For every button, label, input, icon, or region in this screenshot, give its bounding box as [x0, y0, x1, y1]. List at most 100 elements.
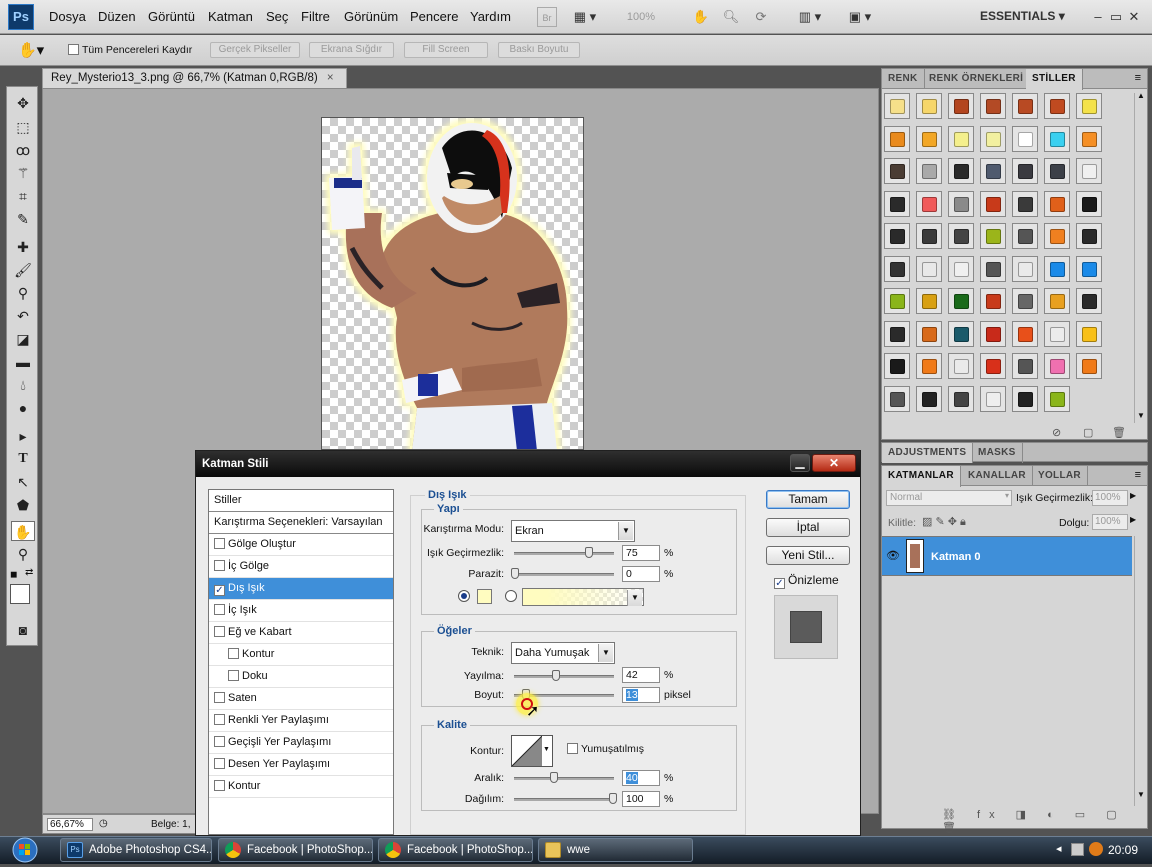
- style-preset-swatch[interactable]: [1044, 93, 1070, 119]
- style-list-checkbox[interactable]: [214, 780, 225, 791]
- noise-field[interactable]: 0: [622, 566, 660, 582]
- style-preset-swatch[interactable]: [1012, 353, 1038, 379]
- marquee-icon[interactable]: ⬚: [11, 117, 35, 137]
- menu-view[interactable]: Görünüm: [344, 9, 398, 24]
- style-preset-swatch[interactable]: [948, 125, 974, 152]
- style-list-checkbox[interactable]: [214, 560, 225, 571]
- rotate-view-icon[interactable]: ⟳: [750, 7, 772, 27]
- jitter-slider-thumb[interactable]: [609, 793, 617, 804]
- style-preset-swatch[interactable]: [884, 255, 910, 282]
- ok-button[interactable]: Tamam: [766, 490, 850, 509]
- style-preset-swatch[interactable]: [1012, 223, 1038, 249]
- style-preset-swatch[interactable]: [980, 125, 1006, 152]
- style-preset-swatch[interactable]: [948, 223, 974, 249]
- style-preset-swatch[interactable]: [980, 158, 1006, 184]
- taskbar-folder[interactable]: wwe: [538, 838, 693, 862]
- style-preset-swatch[interactable]: [884, 125, 910, 152]
- jitter-field[interactable]: 100: [622, 791, 660, 807]
- hand-icon[interactable]: ✋: [11, 521, 35, 541]
- start-button[interactable]: [2, 836, 52, 864]
- style-preset-swatch[interactable]: [1012, 190, 1038, 217]
- style-list-item[interactable]: İç Işık: [209, 600, 393, 622]
- style-list-item[interactable]: Dış Işık: [209, 578, 393, 600]
- shape-icon[interactable]: ⬟: [11, 495, 35, 515]
- noise-slider[interactable]: [514, 573, 614, 576]
- brush-icon[interactable]: 🖌︎: [11, 260, 35, 280]
- default-colors-icon[interactable]: ◼: [10, 569, 24, 579]
- layer-row[interactable]: 👁︎ Katman 0: [882, 536, 1132, 576]
- history-brush-icon[interactable]: ↶: [11, 306, 35, 326]
- tab-color[interactable]: RENK: [882, 69, 925, 89]
- contour-picker[interactable]: ▼: [511, 735, 553, 767]
- tab-styles[interactable]: STİLLER: [1026, 69, 1083, 90]
- dialog-close-button[interactable]: ✕: [812, 454, 856, 472]
- direct-select-icon[interactable]: ↖: [11, 472, 35, 492]
- quick-mask-icon[interactable]: ◙: [11, 620, 35, 640]
- tab-masks[interactable]: MASKS: [972, 443, 1023, 463]
- style-preset-swatch[interactable]: [948, 255, 974, 282]
- style-preset-swatch[interactable]: [916, 93, 942, 119]
- zoom-icon[interactable]: ⚲: [11, 544, 35, 564]
- style-preset-swatch[interactable]: [884, 223, 910, 249]
- style-list-checkbox[interactable]: [228, 670, 239, 681]
- style-preset-swatch[interactable]: [1076, 158, 1102, 184]
- restore-button[interactable]: ▭: [1108, 7, 1124, 27]
- taskbar-chrome-1[interactable]: Facebook | PhotoShop...: [218, 838, 373, 862]
- style-preset-swatch[interactable]: [948, 353, 974, 379]
- style-list-checkbox[interactable]: [214, 736, 225, 747]
- healing-icon[interactable]: ✚: [11, 237, 35, 257]
- spread-slider[interactable]: [514, 675, 614, 678]
- style-list-checkbox[interactable]: [214, 538, 225, 549]
- type-icon[interactable]: T: [11, 449, 35, 469]
- zoom-level-display[interactable]: 100%: [616, 7, 666, 27]
- canvas[interactable]: [321, 117, 584, 450]
- style-preset-swatch[interactable]: [884, 158, 910, 184]
- clear-style-icon[interactable]: ⊘: [1052, 426, 1061, 439]
- style-list-item[interactable]: Doku: [209, 666, 393, 688]
- style-preset-swatch[interactable]: [980, 353, 1006, 379]
- hand-tool-icon[interactable]: ✋: [690, 7, 712, 27]
- dodge-icon[interactable]: ●: [11, 398, 35, 418]
- delete-style-icon[interactable]: 🗑︎: [1112, 426, 1126, 439]
- style-list-checkbox[interactable]: [214, 758, 225, 769]
- style-preset-swatch[interactable]: [916, 190, 942, 217]
- foreground-color-swatch[interactable]: [10, 584, 30, 604]
- spread-slider-thumb[interactable]: [552, 670, 560, 681]
- style-preset-swatch[interactable]: [1076, 255, 1102, 282]
- style-preset-swatch[interactable]: [948, 158, 974, 184]
- fit-screen-button[interactable]: Ekrana Sığdır: [309, 42, 394, 58]
- status-info-icon[interactable]: ◷: [99, 818, 108, 829]
- style-preset-swatch[interactable]: [916, 320, 942, 347]
- style-preset-swatch[interactable]: [884, 385, 910, 412]
- style-preset-swatch[interactable]: [1012, 288, 1038, 314]
- style-list-checkbox[interactable]: [214, 692, 225, 703]
- minimize-button[interactable]: –: [1090, 7, 1106, 27]
- glow-opacity-slider[interactable]: [514, 552, 614, 555]
- range-slider-thumb[interactable]: [550, 772, 558, 783]
- style-preset-swatch[interactable]: [1012, 93, 1038, 119]
- size-field[interactable]: 13: [622, 687, 660, 703]
- new-style-icon[interactable]: ▢: [1083, 426, 1093, 439]
- magic-wand-icon[interactable]: ⚚: [11, 163, 35, 183]
- layer-name[interactable]: Katman 0: [931, 551, 981, 563]
- style-preset-swatch[interactable]: [1044, 158, 1070, 184]
- layers-scrollbar[interactable]: ▼: [1134, 536, 1146, 806]
- technique-select[interactable]: Daha Yumuşak ▼: [511, 642, 615, 664]
- menu-filter[interactable]: Filtre: [301, 9, 330, 24]
- style-preset-swatch[interactable]: [916, 385, 942, 412]
- layer-opacity-field[interactable]: 100%: [1092, 490, 1128, 506]
- document-tab[interactable]: Rey_Mysterio13_3.png @ 66,7% (Katman 0,R…: [42, 68, 347, 88]
- move-icon[interactable]: ✥: [11, 93, 35, 113]
- range-field[interactable]: 40: [622, 770, 660, 786]
- screen-mode-icon[interactable]: ▣ ▾: [843, 7, 877, 27]
- menu-select[interactable]: Seç: [266, 9, 288, 24]
- style-preset-swatch[interactable]: [1044, 385, 1070, 412]
- taskbar-chrome-2[interactable]: Facebook | PhotoShop...: [378, 838, 533, 862]
- close-button[interactable]: ✕: [1126, 7, 1142, 27]
- style-preset-swatch[interactable]: [1076, 320, 1102, 347]
- hand-tool-preset-icon[interactable]: ✋▾: [18, 41, 44, 59]
- menu-file[interactable]: Dosya: [49, 9, 86, 24]
- style-preset-swatch[interactable]: [884, 190, 910, 217]
- layer-fill-slider-arrow[interactable]: ▶: [1130, 515, 1136, 524]
- menu-edit[interactable]: Düzen: [98, 9, 136, 24]
